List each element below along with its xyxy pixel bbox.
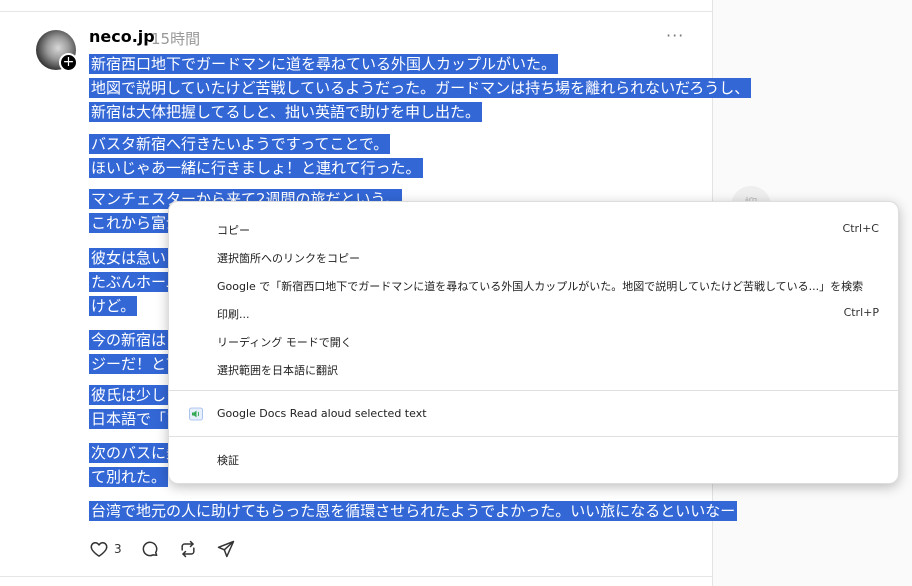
more-options-icon[interactable]: ··· — [666, 26, 684, 45]
menu-item-label: Google で「新宿西口地下でガードマンに道を尋ねている外国人カップルがいた。… — [217, 280, 864, 293]
context-menu: コピー Ctrl+C 選択箇所へのリンクをコピー Google で「新宿西口地下… — [168, 201, 900, 484]
post-timestamp[interactable]: 15時間 — [151, 28, 200, 49]
speaker-icon — [189, 407, 203, 421]
top-divider — [0, 11, 713, 12]
comment-icon — [142, 541, 158, 557]
post-text-line: 今の新宿は — [89, 330, 169, 350]
post-text-line: 彼氏は少し — [89, 385, 169, 405]
post-username[interactable]: neco.jp — [89, 27, 155, 46]
post-paragraph-1: 新宿西口地下でガードマンに道を尋ねている外国人カップルがいた。 地図で説明してい… — [89, 52, 752, 124]
post-paragraph-8: 台湾で地元の人に助けてもらった恩を循環させられたようでよかった。いい旅になるとい… — [89, 499, 738, 523]
post-text-line: 彼女は急い — [89, 248, 169, 268]
post-text-line: けど。 — [89, 296, 138, 316]
menu-item-label: コピー — [217, 224, 250, 237]
menu-item-reading-mode[interactable]: リーディング モードで開く — [169, 327, 900, 355]
like-button[interactable]: 3 — [89, 539, 122, 559]
menu-item-read-aloud[interactable]: Google Docs Read aloud selected text — [169, 400, 900, 428]
follow-plus-icon[interactable]: + — [59, 53, 78, 72]
menu-item-label: 選択箇所へのリンクをコピー — [217, 252, 360, 265]
menu-item-label: リーディング モードで開く — [217, 336, 352, 349]
post-text-line: て別れた。 — [89, 467, 169, 487]
reply-button[interactable] — [140, 539, 160, 559]
send-icon — [217, 540, 234, 558]
heart-icon — [90, 542, 108, 557]
menu-item-label: 印刷... — [217, 308, 250, 321]
post-paragraph-2: バスタ新宿へ行きたいようですってことで。 ほいじゃあ一緒に行きましょ！と連れて行… — [89, 132, 423, 180]
menu-item-print[interactable]: 印刷... Ctrl+P — [169, 299, 900, 327]
repost-button[interactable] — [178, 539, 198, 559]
post-text-line: 地図で説明していたけど苦戦しているようだった。ガードマンは持ち場を離れられないだ… — [89, 78, 752, 98]
like-count: 3 — [114, 542, 122, 556]
menu-item-copy[interactable]: コピー Ctrl+C — [169, 215, 900, 243]
bottom-divider — [0, 576, 713, 577]
post-text-line: 台湾で地元の人に助けてもらった恩を循環させられたようでよかった。いい旅になるとい… — [89, 501, 738, 521]
menu-item-shortcut: Ctrl+C — [842, 222, 879, 235]
menu-separator — [169, 390, 900, 391]
menu-item-label: 検証 — [217, 454, 239, 467]
repost-icon — [181, 540, 195, 558]
post-text-line: 新宿は大体把握してるしと、拙い英語で助けを申し出た。 — [89, 102, 482, 122]
post-actions: 3 — [89, 538, 254, 560]
post-text-line: ほいじゃあ一緒に行きましょ！と連れて行った。 — [89, 158, 423, 178]
menu-item-label: Google Docs Read aloud selected text — [217, 407, 427, 420]
menu-item-label: 選択範囲を日本語に翻訳 — [217, 364, 338, 377]
post-text-line: バスタ新宿へ行きたいようですってことで。 — [89, 134, 391, 154]
post-text-line: 新宿西口地下でガードマンに道を尋ねている外国人カップルがいた。 — [89, 54, 559, 74]
menu-item-search-google[interactable]: Google で「新宿西口地下でガードマンに道を尋ねている外国人カップルがいた。… — [169, 271, 900, 299]
menu-separator — [169, 436, 900, 437]
menu-item-translate[interactable]: 選択範囲を日本語に翻訳 — [169, 355, 900, 383]
menu-item-inspect[interactable]: 検証 — [169, 445, 900, 473]
menu-item-shortcut: Ctrl+P — [843, 306, 879, 319]
menu-item-copy-link[interactable]: 選択箇所へのリンクをコピー — [169, 243, 900, 271]
share-button[interactable] — [216, 539, 236, 559]
